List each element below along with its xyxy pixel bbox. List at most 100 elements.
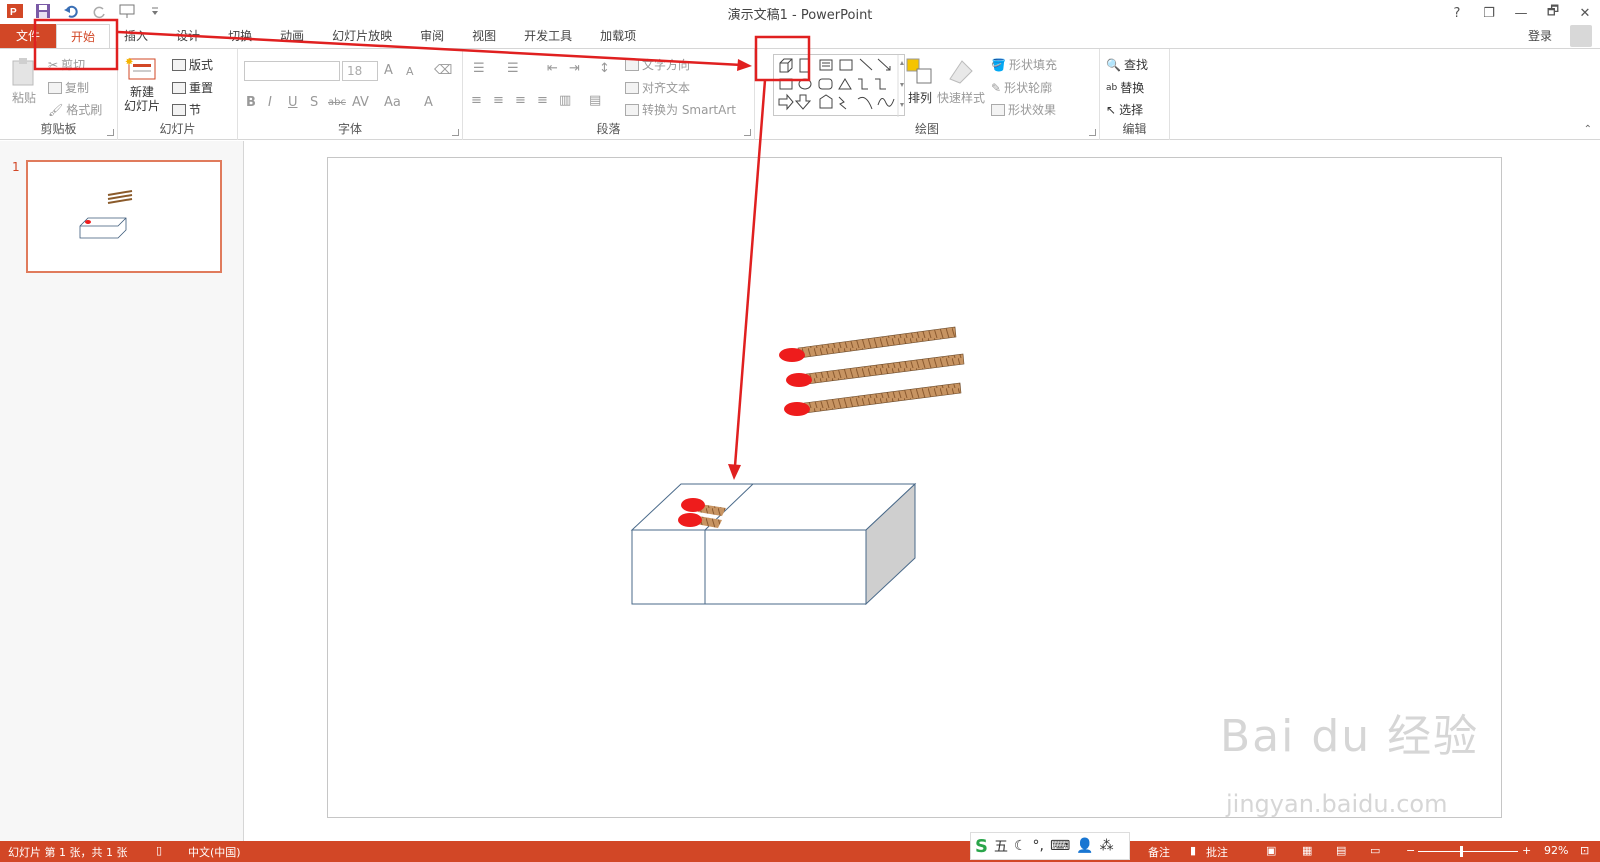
tab-animations[interactable]: 动画	[266, 24, 318, 48]
normal-view-icon[interactable]: ▣	[1266, 844, 1276, 857]
shape-effects-button[interactable]: 形状效果	[991, 101, 1056, 118]
align-text-label: 对齐文本	[642, 81, 691, 95]
align-left-icon[interactable]: ≡	[471, 93, 482, 108]
binoculars-icon: 🔍	[1106, 57, 1121, 72]
font-size-combo[interactable]: 18	[342, 61, 378, 81]
shape-outline-button[interactable]: ✎ 形状轮廓	[991, 79, 1052, 96]
slide-thumbnail[interactable]	[26, 160, 222, 273]
change-case-button[interactable]: Aa	[384, 95, 401, 110]
tab-view[interactable]: 视图	[458, 24, 510, 48]
sogou-logo-icon[interactable]: S	[975, 836, 988, 857]
zoom-level[interactable]: 92%	[1544, 844, 1568, 857]
replace-button[interactable]: ab 替换	[1106, 79, 1144, 96]
grow-font-button[interactable]: A	[384, 63, 393, 78]
comments-button[interactable]: 批注	[1206, 844, 1228, 860]
increase-indent-icon[interactable]: ⇥	[569, 61, 580, 76]
quick-styles-button[interactable]: 快速样式	[937, 57, 985, 106]
maximize-button[interactable]: 🗗	[1544, 2, 1562, 24]
minimize-button[interactable]: —	[1512, 6, 1530, 21]
help-button[interactable]: ?	[1448, 6, 1466, 21]
zoom-slider[interactable]	[1418, 851, 1518, 852]
reset-button[interactable]: 重置	[172, 79, 213, 96]
bullets-icon[interactable]: ☰	[473, 61, 485, 76]
font-color-button[interactable]: A	[424, 95, 433, 110]
slide-sorter-icon[interactable]: ▦	[1302, 844, 1312, 857]
copy-button[interactable]: 复制	[48, 79, 89, 96]
user-icon[interactable]: 👤	[1076, 838, 1093, 854]
close-button[interactable]: ✕	[1576, 6, 1594, 21]
slideshow-view-icon[interactable]: ▭	[1370, 844, 1380, 857]
avatar[interactable]	[1570, 25, 1592, 47]
layout-button[interactable]: 版式	[172, 56, 213, 73]
tab-developer[interactable]: 开发工具	[510, 24, 586, 48]
line-spacing-icon[interactable]: ↕	[599, 61, 610, 76]
paste-button[interactable]: 粘贴	[10, 57, 38, 106]
align-right-icon[interactable]: ≡	[515, 93, 526, 108]
tab-review[interactable]: 审阅	[406, 24, 458, 48]
drawing-launcher-icon[interactable]	[1089, 129, 1096, 136]
reading-view-icon[interactable]: ▤	[1336, 844, 1346, 857]
language-indicator[interactable]: 中文(中国)	[188, 844, 241, 860]
underline-button[interactable]: U	[288, 95, 298, 110]
arrange-icon	[906, 58, 932, 84]
ribbon-display-button[interactable]: ❐	[1480, 6, 1498, 21]
tab-home[interactable]: 开始	[56, 24, 111, 48]
notes-button[interactable]: 备注	[1148, 844, 1170, 860]
collapse-ribbon-icon[interactable]: ⌃	[1584, 124, 1592, 135]
format-painter-button[interactable]: 🖌 格式刷	[48, 101, 102, 118]
select-button[interactable]: ↖ 选择	[1106, 101, 1143, 118]
tab-insert[interactable]: 插入	[110, 24, 162, 48]
zoom-in-button[interactable]: +	[1522, 844, 1531, 857]
tab-addins[interactable]: 加载项	[586, 24, 650, 48]
paragraph-launcher-icon[interactable]	[744, 129, 751, 136]
justify-icon[interactable]: ≡	[537, 93, 548, 108]
punctuation-icon[interactable]: °,	[1033, 838, 1044, 854]
editing-group: 🔍 查找 ab 替换 ↖ 选择 编辑	[1100, 49, 1170, 140]
tab-transitions[interactable]: 切换	[214, 24, 266, 48]
bold-button[interactable]: B	[246, 95, 256, 110]
numbering-icon[interactable]: ☰	[507, 61, 519, 76]
title-bar: P 演示文稿1 - PowerPoint ? ❐ — 🗗 ✕	[0, 0, 1600, 24]
tab-file[interactable]: 文件	[0, 24, 57, 48]
fit-slide-icon[interactable]: ⊡	[1580, 844, 1589, 857]
section-button[interactable]: 节	[172, 101, 201, 118]
text-direction-button[interactable]: 文字方向	[625, 56, 690, 73]
font-name-combo[interactable]	[244, 61, 340, 81]
new-slide-button[interactable]: ✸ 新建 幻灯片	[124, 55, 160, 113]
shadow-button[interactable]: S	[310, 95, 318, 110]
moon-icon[interactable]: ☾	[1014, 838, 1027, 854]
clipboard-launcher-icon[interactable]	[107, 129, 114, 136]
align-text-button[interactable]: 对齐文本	[625, 79, 690, 96]
ime-mode[interactable]: 五	[994, 836, 1008, 856]
columns-icon[interactable]: ▤	[589, 93, 601, 108]
character-spacing-button[interactable]: AV	[352, 95, 369, 110]
tab-design[interactable]: 设计	[162, 24, 214, 48]
layout-icon	[172, 58, 186, 71]
arrange-button[interactable]: 排列	[905, 57, 935, 106]
italic-button[interactable]: I	[268, 95, 272, 110]
keyboard-icon[interactable]: ⌨	[1050, 838, 1070, 854]
login-link[interactable]: 登录	[1528, 27, 1552, 44]
decrease-indent-icon[interactable]: ⇤	[547, 61, 558, 76]
shapes-gallery-icons	[778, 55, 904, 117]
font-launcher-icon[interactable]	[452, 129, 459, 136]
tab-slideshow[interactable]: 幻灯片放映	[318, 24, 406, 48]
shapes-gallery[interactable]	[773, 54, 905, 117]
shrink-font-button[interactable]: A	[406, 65, 414, 78]
cut-button[interactable]: ✂ 剪切	[48, 56, 85, 73]
arrange-label: 排列	[907, 91, 932, 105]
find-button[interactable]: 🔍 查找	[1106, 56, 1148, 73]
copy-icon	[48, 81, 62, 94]
shape-fill-button[interactable]: 🪣 形状填充	[991, 56, 1057, 73]
comment-icon: ▮	[1190, 844, 1197, 857]
apps-icon[interactable]: ⁂	[1100, 838, 1114, 854]
align-center-icon[interactable]: ≡	[493, 93, 504, 108]
strikethrough-button[interactable]: abc	[328, 97, 346, 108]
zoom-out-button[interactable]: −	[1406, 844, 1415, 857]
clear-format-icon[interactable]: ⌫	[434, 63, 452, 78]
distributed-icon[interactable]: ▥	[559, 93, 571, 108]
smartart-button[interactable]: 转换为 SmartArt	[625, 101, 736, 118]
zoom-slider-thumb[interactable]	[1460, 846, 1463, 857]
layout-label: 版式	[189, 58, 214, 72]
spellcheck-icon[interactable]: ▯	[156, 844, 162, 857]
